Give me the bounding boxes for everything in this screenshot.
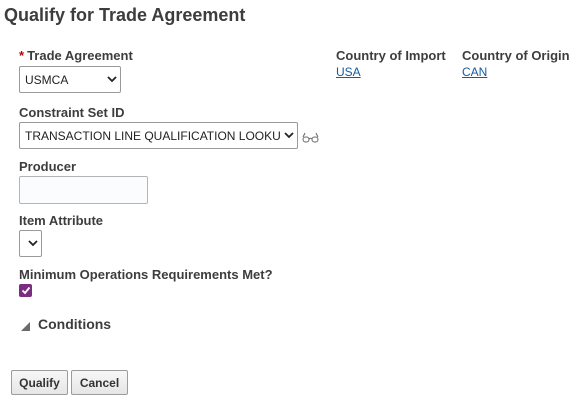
trade-agreement-select[interactable]: USMCA	[19, 66, 121, 93]
check-icon	[21, 286, 31, 295]
disclosure-triangle-icon[interactable]	[20, 319, 31, 337]
cancel-button[interactable]: Cancel	[71, 370, 128, 395]
country-of-import-link[interactable]: USA	[336, 65, 361, 79]
item-attribute-label: Item Attribute	[19, 213, 104, 228]
min-operations-label: Minimum Operations Requirements Met?	[19, 267, 273, 282]
constraint-set-select[interactable]: TRANSACTION LINE QUALIFICATION LOOKUP	[19, 122, 298, 149]
trade-agreement-value: USMCA	[25, 72, 69, 87]
min-operations-checkbox[interactable]	[19, 284, 32, 297]
trade-agreement-label-text: Trade Agreement	[27, 48, 133, 63]
required-marker: *	[19, 48, 25, 63]
trade-agreement-label: * Trade Agreement	[19, 48, 133, 63]
producer-label: Producer	[19, 159, 77, 174]
chevron-down-icon	[25, 240, 41, 247]
item-attribute-select[interactable]	[19, 230, 42, 257]
constraint-set-label: Constraint Set ID	[19, 105, 125, 120]
producer-input[interactable]	[19, 176, 148, 204]
chevron-down-icon	[104, 76, 120, 83]
glasses-icon[interactable]	[302, 130, 319, 148]
country-of-origin-link[interactable]: CAN	[462, 65, 487, 79]
country-of-origin-label: Country of Origin	[462, 48, 570, 63]
chevron-down-icon	[281, 132, 297, 139]
qualify-button[interactable]: Qualify	[11, 370, 68, 395]
conditions-header[interactable]: Conditions	[38, 316, 111, 332]
country-of-import-label: Country of Import	[336, 48, 446, 63]
constraint-set-value: TRANSACTION LINE QUALIFICATION LOOKUP	[25, 128, 281, 143]
page-title: Qualify for Trade Agreement	[4, 5, 246, 25]
